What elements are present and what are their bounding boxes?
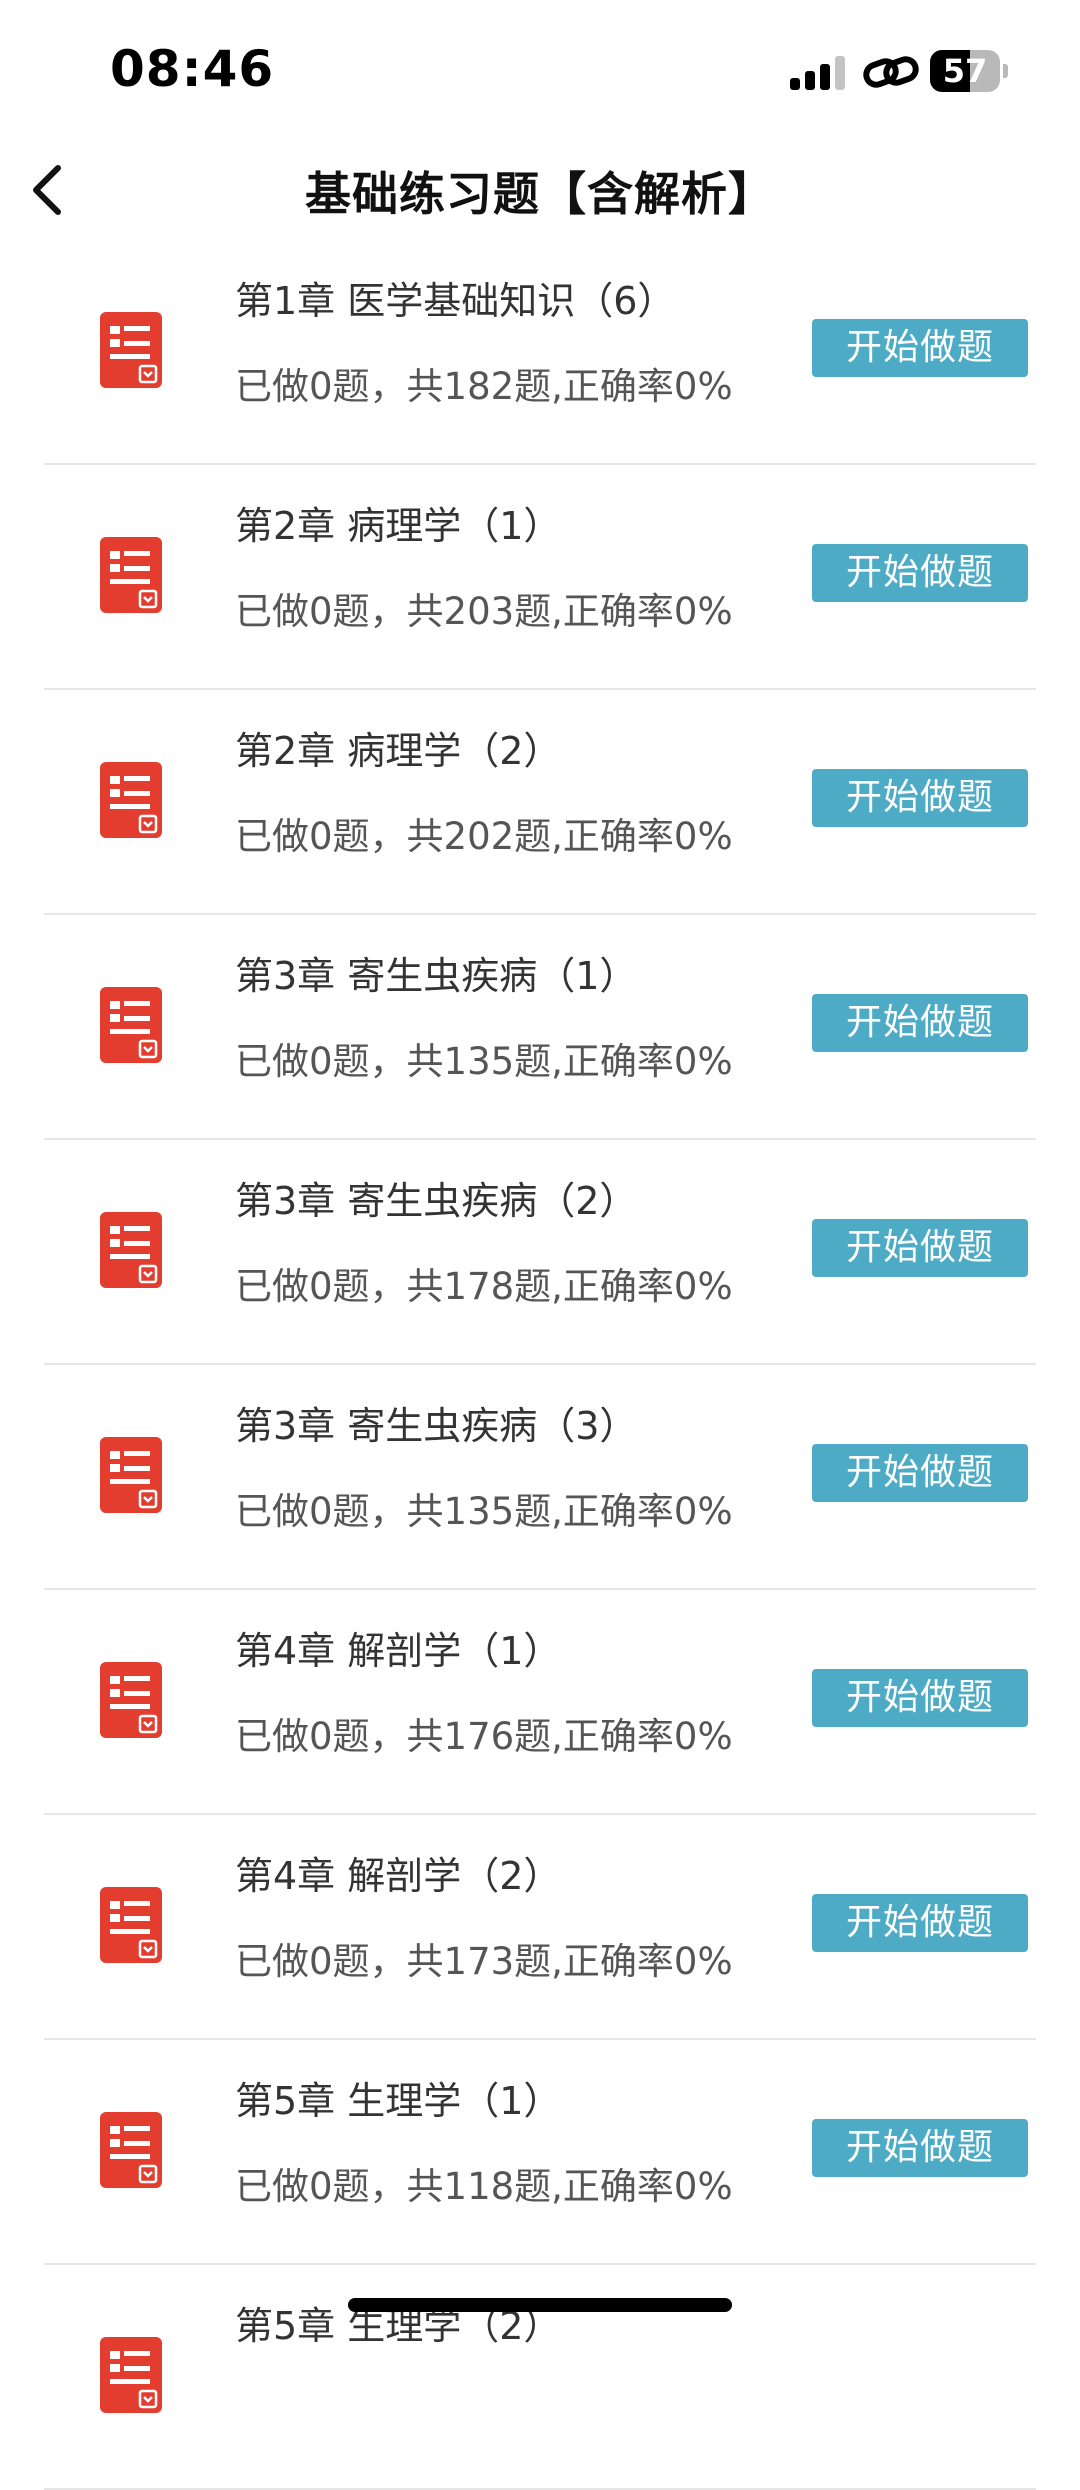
page-title: 基础练习题【含解析】 bbox=[305, 167, 775, 221]
document-list-icon bbox=[100, 2337, 162, 2413]
cellular-signal-icon bbox=[790, 56, 846, 90]
document-list-icon bbox=[100, 537, 162, 613]
start-practice-button[interactable]: 开始做题 bbox=[812, 1669, 1028, 1727]
home-indicator[interactable] bbox=[348, 2298, 732, 2312]
chapter-row[interactable]: 第2章 病理学（1） 已做0题，共203题,正确率0% 开始做题 bbox=[0, 465, 1080, 690]
chapter-row[interactable]: 第1章 医学基础知识（6） 已做0题，共182题,正确率0% 开始做题 bbox=[0, 240, 1080, 465]
chapter-title: 第3章 寄生虫疾病（3） bbox=[235, 1404, 638, 1448]
chapter-title: 第2章 病理学（1） bbox=[235, 504, 562, 548]
chapter-progress: 已做0题，共135题,正确率0% bbox=[235, 1490, 733, 1533]
start-practice-button[interactable]: 开始做题 bbox=[812, 1894, 1028, 1952]
chapter-title: 第4章 解剖学（1） bbox=[235, 1629, 562, 1673]
chapter-title: 第3章 寄生虫疾病（2） bbox=[235, 1179, 638, 1223]
start-practice-button[interactable]: 开始做题 bbox=[812, 544, 1028, 602]
document-list-icon bbox=[100, 1887, 162, 1963]
chapter-row[interactable]: 第3章 寄生虫疾病（2） 已做0题，共178题,正确率0% 开始做题 bbox=[0, 1140, 1080, 1365]
battery-icon: 57 bbox=[930, 50, 1010, 92]
chapter-list: 第1章 医学基础知识（6） 已做0题，共182题,正确率0% 开始做题 第2章 … bbox=[0, 240, 1080, 2490]
document-list-icon bbox=[100, 2112, 162, 2188]
start-practice-button[interactable]: 开始做题 bbox=[812, 994, 1028, 1052]
chapter-title: 第3章 寄生虫疾病（1） bbox=[235, 954, 638, 998]
chapter-row[interactable]: 第4章 解剖学（2） 已做0题，共173题,正确率0% 开始做题 bbox=[0, 1815, 1080, 2040]
chapter-row[interactable]: 第3章 寄生虫疾病（1） 已做0题，共135题,正确率0% 开始做题 bbox=[0, 915, 1080, 1140]
status-time: 08:46 bbox=[110, 40, 275, 98]
chapter-progress: 已做0题，共173题,正确率0% bbox=[235, 1940, 733, 1983]
status-bar: 08:46 57 bbox=[0, 0, 1080, 140]
chapter-row[interactable]: 第5章 生理学（1） 已做0题，共118题,正确率0% 开始做题 bbox=[0, 2040, 1080, 2265]
start-practice-button[interactable]: 开始做题 bbox=[812, 769, 1028, 827]
chapter-progress: 已做0题，共176题,正确率0% bbox=[235, 1715, 733, 1758]
chapter-progress: 已做0题，共135题,正确率0% bbox=[235, 1040, 733, 1083]
chapter-progress: 已做0题，共203题,正确率0% bbox=[235, 590, 733, 633]
chapter-row[interactable]: 第3章 寄生虫疾病（3） 已做0题，共135题,正确率0% 开始做题 bbox=[0, 1365, 1080, 1590]
chapter-row[interactable]: 第2章 病理学（2） 已做0题，共202题,正确率0% 开始做题 bbox=[0, 690, 1080, 915]
document-list-icon bbox=[100, 312, 162, 388]
chapter-row[interactable]: 第4章 解剖学（1） 已做0题，共176题,正确率0% 开始做题 bbox=[0, 1590, 1080, 1815]
document-list-icon bbox=[100, 987, 162, 1063]
link-icon bbox=[863, 56, 919, 88]
document-list-icon bbox=[100, 1212, 162, 1288]
chapter-title: 第1章 医学基础知识（6） bbox=[235, 279, 676, 323]
battery-level: 57 bbox=[942, 52, 988, 90]
chapter-title: 第2章 病理学（2） bbox=[235, 729, 562, 773]
chapter-progress: 已做0题，共182题,正确率0% bbox=[235, 365, 733, 408]
chapter-progress: 已做0题，共178题,正确率0% bbox=[235, 1265, 733, 1308]
document-list-icon bbox=[100, 1437, 162, 1513]
document-list-icon bbox=[100, 762, 162, 838]
chapter-title: 第4章 解剖学（2） bbox=[235, 1854, 562, 1898]
start-practice-button[interactable]: 开始做题 bbox=[812, 319, 1028, 377]
chapter-title: 第5章 生理学（1） bbox=[235, 2079, 562, 2123]
nav-bar: 基础练习题【含解析】 bbox=[0, 140, 1080, 240]
start-practice-button[interactable]: 开始做题 bbox=[812, 1219, 1028, 1277]
document-list-icon bbox=[100, 1662, 162, 1738]
start-practice-button[interactable]: 开始做题 bbox=[812, 1444, 1028, 1502]
chapter-progress: 已做0题，共202题,正确率0% bbox=[235, 815, 733, 858]
chapter-progress: 已做0题，共118题,正确率0% bbox=[235, 2165, 733, 2208]
start-practice-button[interactable]: 开始做题 bbox=[812, 2119, 1028, 2177]
